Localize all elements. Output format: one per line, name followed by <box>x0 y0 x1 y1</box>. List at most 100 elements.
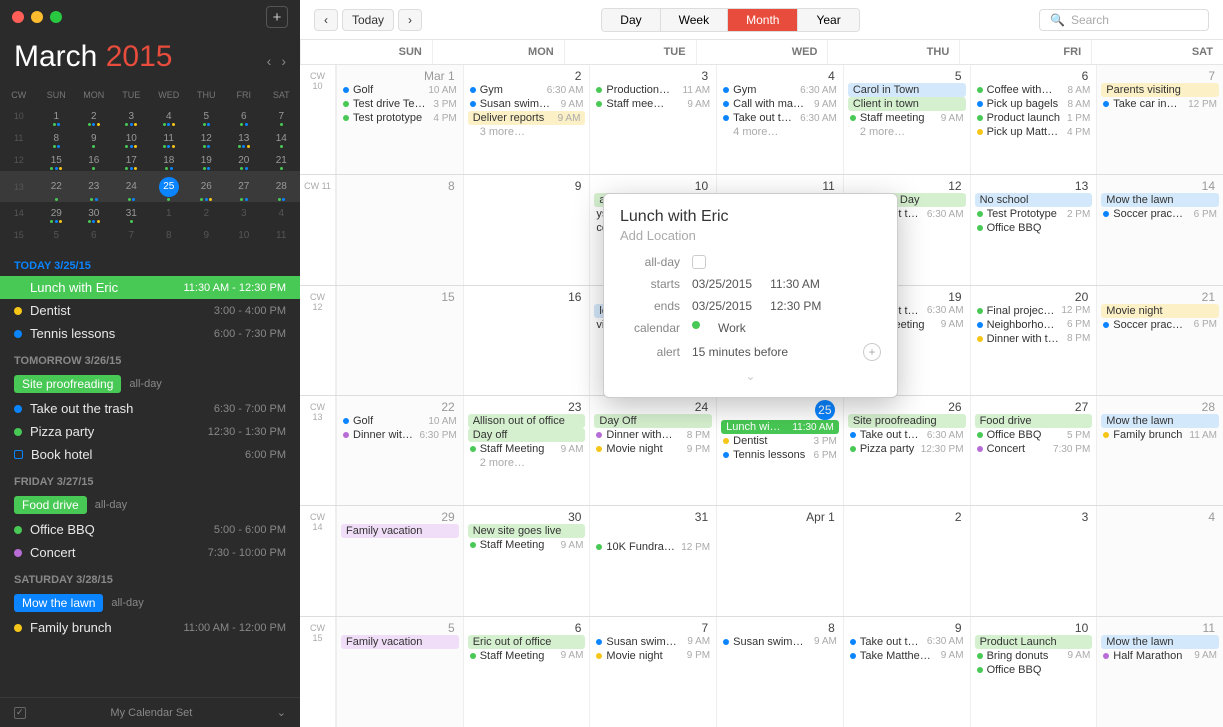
event[interactable]: Take out t…6:30 AM <box>848 428 966 442</box>
day-cell[interactable]: 20Final projec…12 PMNeighborho…6 PMDinne… <box>970 286 1097 395</box>
event[interactable]: Half Marathon9 AM <box>1101 649 1219 663</box>
popover-title[interactable]: Lunch with Eric <box>620 208 881 226</box>
event[interactable]: Final projec…12 PM <box>975 304 1093 318</box>
expand-chevron[interactable]: ⌄ <box>620 369 881 383</box>
day-cell[interactable]: 3 <box>970 506 1097 615</box>
day-cell[interactable]: Apr 1 <box>716 506 843 615</box>
event[interactable]: Mow the lawn <box>1101 414 1219 428</box>
event[interactable]: Family brunch11 AM <box>1101 428 1219 442</box>
add-alert-icon[interactable]: + <box>863 343 881 361</box>
event-popover[interactable]: Lunch with Eric Add Location all-day sta… <box>603 193 898 398</box>
starts-date[interactable]: 03/25/2015 <box>692 277 752 291</box>
event[interactable]: 10K Fundra…12 PM <box>594 540 712 554</box>
day-cell[interactable]: 27Food driveOffice BBQ5 PMConcert7:30 PM <box>970 396 1097 505</box>
day-cell[interactable]: 4Gym6:30 AMCall with ma…9 AMTake out t…6… <box>716 65 843 174</box>
day-cell[interactable]: 9Take out t…6:30 AMTake Matthe…9 AM <box>843 617 970 727</box>
agenda-item[interactable]: Take out the trash6:30 - 7:00 PM <box>0 397 300 420</box>
event[interactable]: Dinner with…8 PM <box>594 428 712 442</box>
event[interactable]: Parents visiting <box>1101 83 1219 97</box>
day-cell[interactable]: 4 <box>1096 506 1223 615</box>
agenda-item[interactable]: Lunch with Eric11:30 AM - 12:30 PM <box>0 276 300 299</box>
event[interactable]: New site goes live <box>468 524 586 538</box>
day-cell[interactable]: 15 <box>336 286 463 395</box>
add-event-button[interactable]: + <box>266 6 288 28</box>
day-cell[interactable]: 26Site proofreadingTake out t…6:30 AMPiz… <box>843 396 970 505</box>
event[interactable]: Take car in…12 PM <box>1101 97 1219 111</box>
agenda-item[interactable]: Pizza party12:30 - 1:30 PM <box>0 420 300 443</box>
event[interactable]: Office BBQ5 PM <box>975 428 1093 442</box>
ends-time[interactable]: 12:30 PM <box>770 299 821 313</box>
day-cell[interactable]: 22Golf10 AMDinner wit…6:30 PM <box>336 396 463 505</box>
event[interactable]: Test Prototype2 PM <box>975 207 1093 221</box>
event[interactable]: Mow the lawn <box>1101 193 1219 207</box>
day-cell[interactable]: 29Family vacation <box>336 506 463 615</box>
event[interactable]: Pick up bagels8 AM <box>975 97 1093 111</box>
event[interactable]: Susan swim…9 AM <box>721 635 839 649</box>
day-cell[interactable]: 25Lunch wi…11:30 AMDentist3 PMTennis les… <box>716 396 843 505</box>
event[interactable]: Movie night9 PM <box>594 442 712 456</box>
event[interactable]: Take out t…6:30 AM <box>848 635 966 649</box>
event[interactable]: Staff Meeting9 AM <box>468 442 586 456</box>
event[interactable]: Gym6:30 AM <box>468 83 586 97</box>
day-cell[interactable]: 28Mow the lawnFamily brunch11 AM <box>1096 396 1223 505</box>
day-cell[interactable]: 5Carol in TownClient in townStaff meetin… <box>843 65 970 174</box>
view-day[interactable]: Day <box>602 9 660 31</box>
event[interactable]: Soccer prac…6 PM <box>1101 207 1219 221</box>
event[interactable]: Family vacation <box>341 524 459 538</box>
event[interactable]: Dinner with t…8 PM <box>975 332 1093 346</box>
event[interactable]: Food drive <box>975 414 1093 428</box>
starts-time[interactable]: 11:30 AM <box>770 277 820 291</box>
event[interactable]: Lunch wi…11:30 AM <box>721 420 839 434</box>
agenda-item[interactable]: Site proofreadingall-day <box>0 371 300 397</box>
event[interactable]: Call with ma…9 AM <box>721 97 839 111</box>
agenda-item[interactable]: Dentist3:00 - 4:00 PM <box>0 299 300 322</box>
event[interactable]: Day Off <box>594 414 712 428</box>
event[interactable]: Client in town <box>848 97 966 111</box>
day-cell[interactable]: Mar 1Golf10 AMTest drive Te…3 PMTest pro… <box>336 65 463 174</box>
todo-toggle[interactable] <box>14 707 26 719</box>
event[interactable]: Office BBQ <box>975 221 1093 235</box>
calendar-value[interactable]: Work <box>718 321 746 335</box>
agenda-item[interactable]: Mow the lawnall-day <box>0 590 300 616</box>
agenda-list[interactable]: TODAY 3/25/15Lunch with Eric11:30 AM - 1… <box>0 246 300 697</box>
day-cell[interactable]: 7Susan swim…9 AMMovie night9 PM <box>589 617 716 727</box>
view-year[interactable]: Year <box>798 9 858 31</box>
event[interactable]: Movie night9 PM <box>594 649 712 663</box>
ends-date[interactable]: 03/25/2015 <box>692 299 752 313</box>
event[interactable]: Dinner wit…6:30 PM <box>341 428 459 442</box>
day-cell[interactable]: 3110K Fundra…12 PM <box>589 506 716 615</box>
allday-checkbox[interactable] <box>692 255 706 269</box>
alert-value[interactable]: 15 minutes before <box>692 345 788 359</box>
event[interactable]: Deliver reports9 AM <box>468 111 586 125</box>
event[interactable]: Take out t…6:30 AM <box>721 111 839 125</box>
event[interactable]: Production…11 AM <box>594 83 712 97</box>
event[interactable]: Office BBQ <box>975 663 1093 677</box>
day-cell[interactable]: 8Susan swim…9 AM <box>716 617 843 727</box>
day-cell[interactable]: 21Movie nightSoccer prac…6 PM <box>1096 286 1223 395</box>
view-week[interactable]: Week <box>661 9 728 31</box>
day-cell[interactable]: 5Family vacation <box>336 617 463 727</box>
agenda-item[interactable]: Concert7:30 - 10:00 PM <box>0 541 300 564</box>
day-cell[interactable]: 24Day OffDinner with…8 PMMovie night9 PM <box>589 396 716 505</box>
day-cell[interactable]: 30New site goes liveStaff Meeting9 AM <box>463 506 590 615</box>
event[interactable]: Staff meeting9 AM <box>848 111 966 125</box>
event[interactable]: Family vacation <box>341 635 459 649</box>
agenda-item[interactable]: Family brunch11:00 AM - 12:00 PM <box>0 616 300 639</box>
day-cell[interactable]: 9 <box>463 175 590 284</box>
event[interactable]: Concert7:30 PM <box>975 442 1093 456</box>
event[interactable]: Pizza party12:30 PM <box>848 442 966 456</box>
prev-button[interactable]: ‹ <box>314 9 338 31</box>
event[interactable]: Gym6:30 AM <box>721 83 839 97</box>
prev-month[interactable]: ‹ <box>267 53 272 69</box>
event[interactable]: Dentist3 PM <box>721 434 839 448</box>
agenda-item[interactable]: Book hotel6:00 PM <box>0 443 300 466</box>
event[interactable]: Day off <box>468 428 586 442</box>
event[interactable]: Mow the lawn <box>1101 635 1219 649</box>
event[interactable]: Pick up Matt…4 PM <box>975 125 1093 139</box>
day-cell[interactable]: 6Eric out of officeStaff Meeting9 AM <box>463 617 590 727</box>
day-cell[interactable]: 2Gym6:30 AMSusan swim…9 AMDeliver report… <box>463 65 590 174</box>
minimize-window[interactable] <box>31 11 43 23</box>
calendar-set-label[interactable]: My Calendar Set <box>110 707 192 719</box>
event[interactable]: Take Matthe…9 AM <box>848 649 966 663</box>
event[interactable]: Coffee with…8 AM <box>975 83 1093 97</box>
